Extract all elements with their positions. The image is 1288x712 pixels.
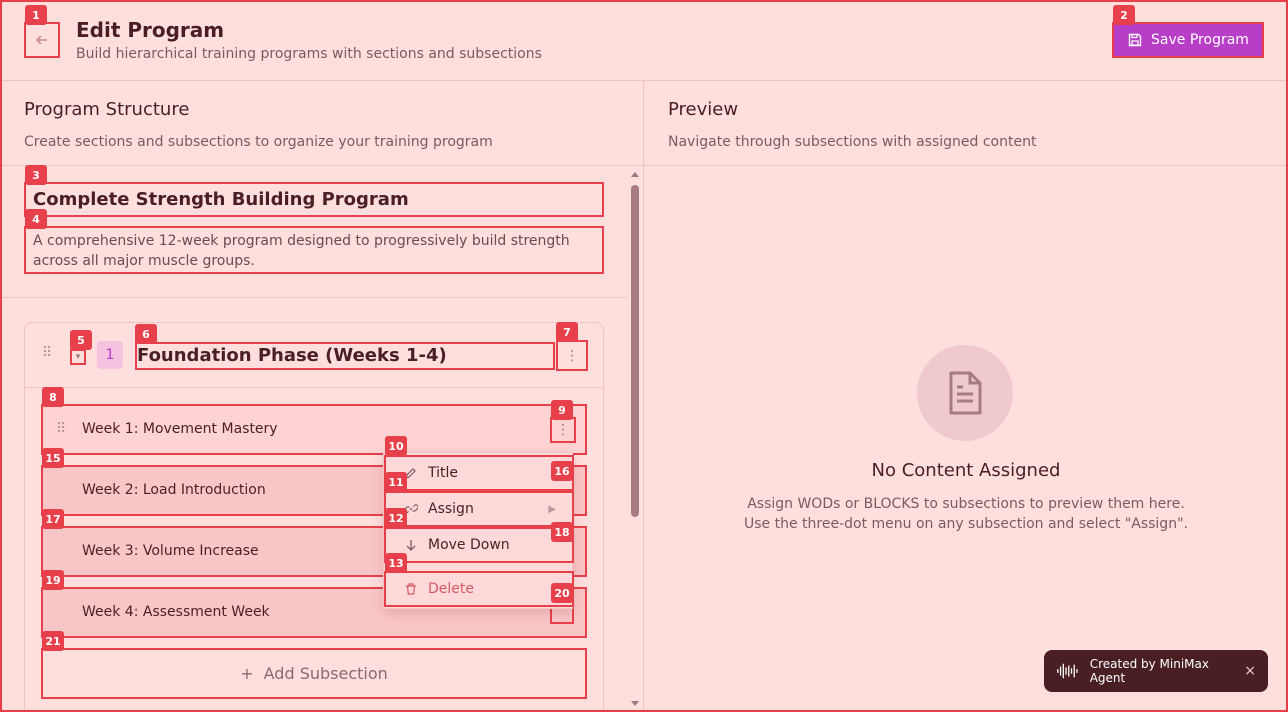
created-by-badge: Created by MiniMax Agent × bbox=[1044, 650, 1268, 692]
preview-panel-header: Preview Navigate through subsections wit… bbox=[644, 81, 1288, 166]
drag-handle-icon[interactable]: ⠿ bbox=[56, 421, 66, 437]
subsection-label: Week 3: Volume Increase bbox=[82, 543, 259, 559]
marker-label: 16 bbox=[551, 461, 573, 481]
marker-label: 12 bbox=[385, 508, 407, 528]
page-header: Edit Program Build hierarchical training… bbox=[0, 0, 1288, 81]
subsection-label: Week 4: Assessment Week bbox=[82, 604, 270, 620]
marker-label: 7 bbox=[556, 322, 578, 342]
section-header: ⠿ ▾ 1 Foundation Phase (Weeks 1-4) ⋮ bbox=[25, 323, 603, 388]
preview-panel-title: Preview bbox=[668, 99, 739, 120]
marker-label: 18 bbox=[551, 522, 573, 542]
marker-label: 15 bbox=[42, 448, 64, 468]
structure-panel-description: Create sections and subsections to organ… bbox=[24, 134, 493, 150]
menu-item-delete[interactable]: Delete bbox=[384, 571, 574, 607]
menu-item-label: Assign bbox=[428, 501, 474, 517]
scroll-thumb[interactable] bbox=[631, 185, 639, 517]
marker-label: 6 bbox=[135, 324, 157, 344]
save-program-label: Save Program bbox=[1151, 32, 1249, 48]
menu-item-label: Title bbox=[428, 465, 459, 481]
add-subsection-button[interactable]: + Add Subsection bbox=[41, 648, 587, 699]
empty-state-text: Assign WODs or BLOCKS to subsections to … bbox=[644, 494, 1288, 534]
plus-icon: + bbox=[240, 664, 254, 683]
marker-label: 2 bbox=[1113, 5, 1135, 25]
page-subtitle: Build hierarchical training programs wit… bbox=[76, 46, 542, 62]
subsection-label: Week 1: Movement Mastery bbox=[82, 421, 278, 437]
divider bbox=[0, 297, 628, 298]
structure-scrollbar[interactable] bbox=[628, 167, 642, 712]
menu-item-title[interactable]: Title bbox=[384, 455, 574, 491]
marker-label: 11 bbox=[385, 472, 407, 492]
more-vertical-icon: ⋮ bbox=[556, 422, 570, 438]
collapse-toggle-button[interactable]: ▾ bbox=[70, 349, 86, 365]
page-title: Edit Program bbox=[76, 18, 225, 42]
menu-item-label: Move Down bbox=[428, 537, 510, 553]
empty-state-title: No Content Assigned bbox=[871, 460, 1061, 481]
menu-item-label: Delete bbox=[428, 581, 474, 597]
menu-item-move-down[interactable]: Move Down bbox=[384, 527, 574, 563]
more-vertical-icon: ⋮ bbox=[565, 347, 579, 364]
marker-label: 19 bbox=[42, 570, 64, 590]
program-description-field[interactable]: A comprehensive 12-week program designed… bbox=[24, 226, 604, 274]
arrow-down-icon bbox=[406, 540, 416, 551]
empty-state-line-1: Assign WODs or BLOCKS to subsections to … bbox=[747, 496, 1185, 512]
subsection-context-menu: Title Assign ▶ Move Down Delete bbox=[383, 452, 574, 609]
save-program-button[interactable]: Save Program bbox=[1112, 22, 1264, 58]
badge-label: Created by MiniMax Agent bbox=[1089, 657, 1209, 685]
marker-label: 17 bbox=[42, 509, 64, 529]
trash-icon bbox=[406, 583, 416, 595]
marker-label: 1 bbox=[25, 5, 47, 25]
drag-handle-icon[interactable]: ⠿ bbox=[42, 345, 52, 361]
arrow-left-icon bbox=[35, 35, 47, 45]
marker-label: 20 bbox=[551, 583, 573, 603]
marker-label: 13 bbox=[385, 553, 407, 573]
subsection-label: Week 2: Load Introduction bbox=[82, 482, 266, 498]
scroll-down-arrow-icon[interactable] bbox=[631, 701, 639, 706]
empty-state-icon-circle bbox=[917, 345, 1013, 441]
marker-label: 9 bbox=[551, 400, 573, 420]
marker-label: 8 bbox=[42, 387, 64, 407]
marker-label: 21 bbox=[42, 631, 64, 651]
add-subsection-label: Add Subsection bbox=[263, 664, 388, 683]
preview-panel: Preview Navigate through subsections wit… bbox=[644, 81, 1288, 712]
section-number-badge: 1 bbox=[97, 341, 123, 369]
marker-label: 4 bbox=[25, 209, 47, 229]
chevron-down-icon: ▾ bbox=[75, 352, 81, 362]
menu-item-assign[interactable]: Assign ▶ bbox=[384, 491, 574, 527]
preview-panel-description: Navigate through subsections with assign… bbox=[668, 134, 1037, 150]
marker-label: 5 bbox=[70, 330, 92, 350]
empty-state-line-2: Use the three-dot menu on any subsection… bbox=[744, 516, 1188, 532]
subsection-menu-button[interactable]: ⋮ bbox=[550, 417, 576, 443]
waveform-icon bbox=[1057, 663, 1078, 679]
back-button[interactable] bbox=[24, 22, 60, 58]
section-menu-button[interactable]: ⋮ bbox=[556, 340, 588, 371]
structure-panel-title: Program Structure bbox=[24, 99, 190, 120]
marker-label: 3 bbox=[25, 165, 47, 185]
badge-close-button[interactable]: × bbox=[1244, 663, 1256, 679]
subsection-row[interactable]: ⠿ Week 1: Movement Mastery ⋮ bbox=[41, 404, 587, 455]
structure-panel-header: Program Structure Create sections and su… bbox=[0, 81, 643, 166]
submenu-arrow-icon: ▶ bbox=[548, 503, 556, 515]
document-icon bbox=[949, 371, 982, 415]
marker-label: 10 bbox=[385, 436, 407, 456]
scroll-up-arrow-icon[interactable] bbox=[631, 172, 639, 177]
section-title-field[interactable]: Foundation Phase (Weeks 1-4) bbox=[135, 342, 555, 370]
save-icon bbox=[1128, 33, 1142, 47]
program-title-field[interactable]: Complete Strength Building Program bbox=[24, 182, 604, 217]
